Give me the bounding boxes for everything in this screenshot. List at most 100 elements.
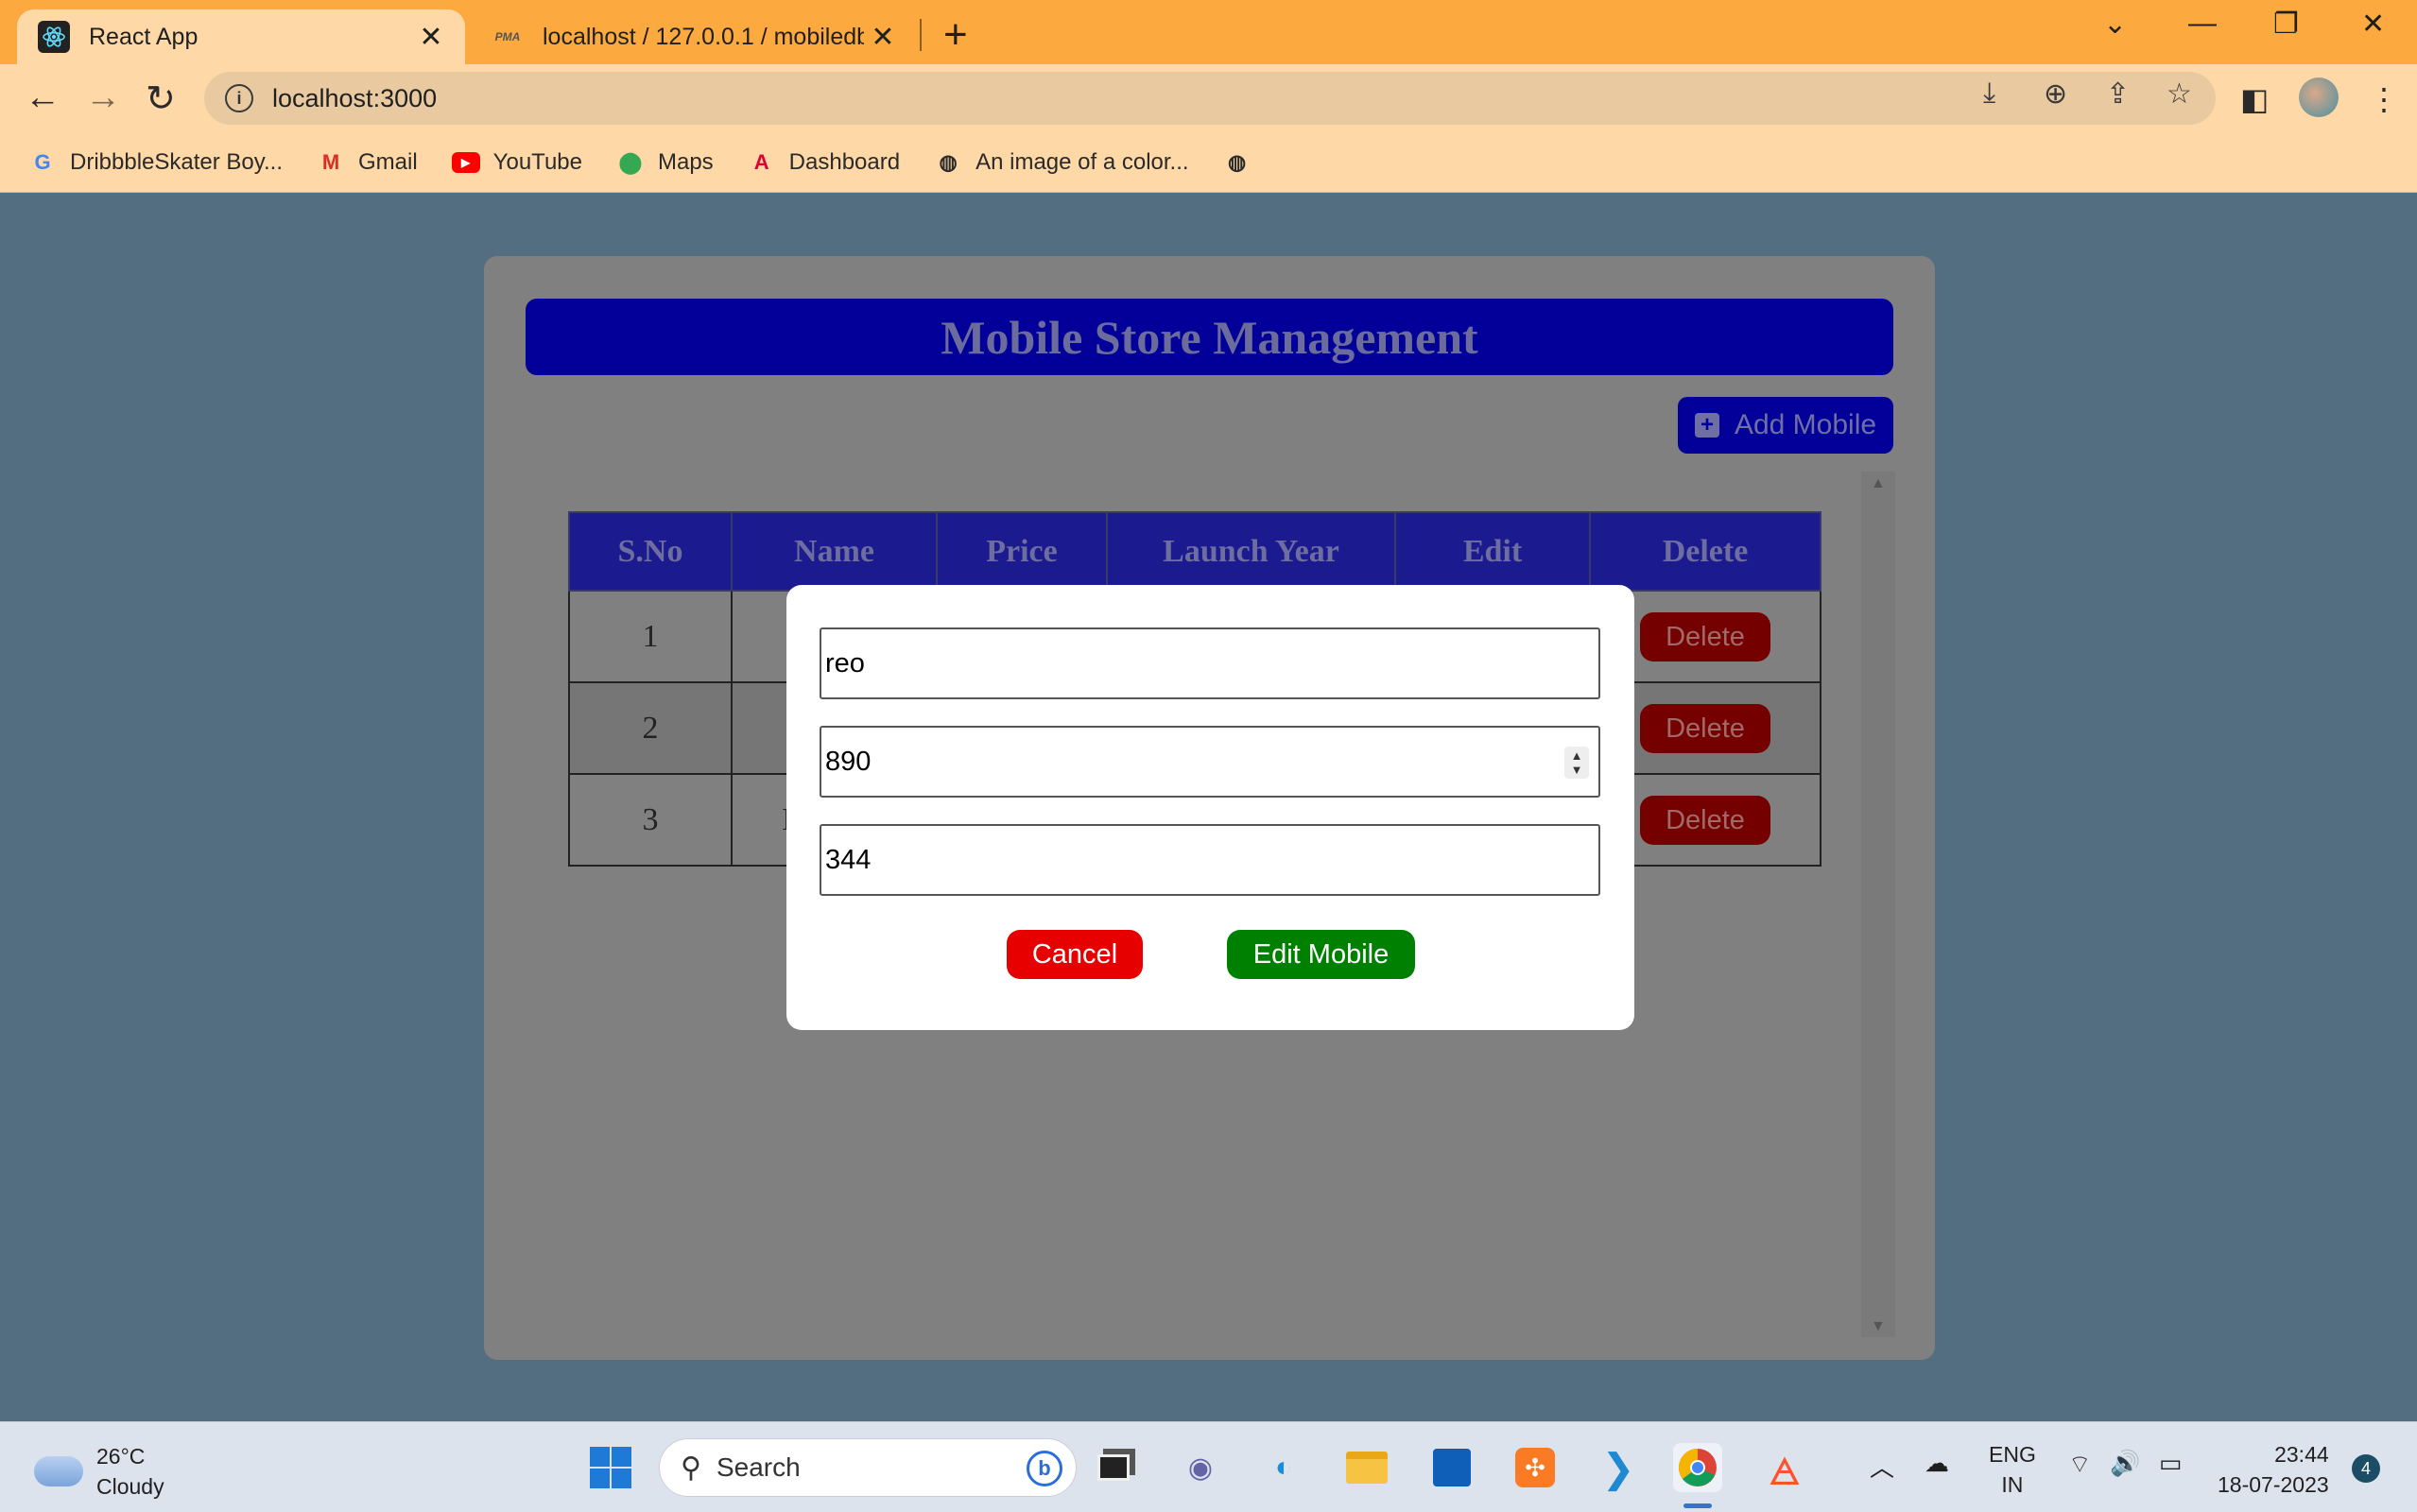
bookmark-label: DribbbleSkater Boy... — [70, 148, 283, 175]
vscode-icon[interactable]: ❯ — [1594, 1443, 1643, 1492]
bookmark-dribbble[interactable]: G DribbbleSkater Boy... — [28, 148, 283, 177]
bookmark-label: YouTube — [492, 148, 582, 175]
scrollbar[interactable]: ▲ ▼ — [1861, 472, 1895, 1337]
search-placeholder: Search — [716, 1452, 801, 1482]
reload-icon[interactable]: ↻ — [146, 77, 176, 120]
bookmark-label: Gmail — [358, 148, 418, 175]
page-title: Mobile Store Management — [941, 310, 1478, 364]
bookmark-label: Maps — [657, 148, 714, 175]
forward-arrow-icon[interactable]: → — [85, 77, 121, 118]
bookmark-globe[interactable]: ◍ — [1223, 148, 1265, 177]
edit-mobile-modal: reo 890 ▲ ▼ 344 Cancel Edit Mobile — [786, 585, 1634, 1030]
weather-desc: Cloudy — [96, 1474, 164, 1499]
bookmark-dashboard[interactable]: A Dashboard — [748, 148, 900, 177]
install-app-icon[interactable]: ⤓ — [1983, 77, 1995, 110]
column-header-price: Price — [936, 511, 1108, 592]
scroll-down-icon[interactable]: ▼ — [1871, 1318, 1886, 1335]
add-mobile-button[interactable]: + Add Mobile — [1678, 397, 1893, 454]
cell-sno: 3 — [568, 773, 733, 867]
wifi-icon[interactable]: ⌔ — [2068, 1449, 2091, 1480]
tab-react-app[interactable]: React App ✕ — [17, 9, 465, 64]
bookmark-maps[interactable]: ⬤ Maps — [616, 148, 714, 177]
name-input[interactable]: reo — [820, 627, 1600, 699]
page-header: Mobile Store Management — [526, 299, 1893, 375]
address-bar[interactable]: i localhost:3000 — [204, 72, 2216, 125]
search-icon: ⚲ — [681, 1452, 701, 1484]
windows-taskbar: 26°C Cloudy ⚲ Search b ◉ ◐ ✣ ❯ 🜁 ︿ ☁ ENG… — [0, 1421, 2417, 1512]
volume-icon[interactable]: 🔊 — [2110, 1449, 2140, 1478]
google-icon: G — [34, 149, 51, 174]
bing-icon[interactable]: b — [1027, 1451, 1062, 1486]
file-explorer-icon[interactable] — [1342, 1443, 1391, 1492]
lang-code: ENG — [1989, 1442, 2036, 1467]
column-header-name: Name — [731, 511, 938, 592]
active-app-indicator — [1683, 1503, 1712, 1508]
browser-toolbar: ← → ↻ i localhost:3000 ⤓ ⊕ ⇪ ☆ ◧ ⋮ — [0, 64, 2417, 132]
site-info-icon[interactable]: i — [225, 84, 253, 112]
tab-search-chevron-icon[interactable]: ⌄ — [2103, 8, 2127, 41]
scroll-up-icon[interactable]: ▲ — [1871, 475, 1886, 492]
tab-title: localhost / 127.0.0.1 / mobiledb | — [543, 23, 864, 50]
teams-chat-icon[interactable]: ◉ — [1176, 1443, 1225, 1492]
weather-widget[interactable]: 26°C Cloudy — [34, 1441, 164, 1502]
bookmark-star-icon[interactable]: ☆ — [2167, 77, 2192, 111]
taskbar-search-box[interactable]: ⚲ Search b — [659, 1438, 1077, 1497]
column-header-launch-year: Launch Year — [1106, 511, 1396, 592]
gmail-icon: M — [321, 149, 340, 174]
price-value: 890 — [825, 746, 872, 777]
zoom-icon[interactable]: ⊕ — [2044, 77, 2067, 111]
url-text[interactable]: localhost:3000 — [272, 84, 437, 113]
battery-icon[interactable]: ▭ — [2159, 1449, 2183, 1478]
task-view-icon[interactable] — [1089, 1443, 1138, 1492]
back-arrow-icon[interactable]: ← — [25, 77, 60, 118]
tab-divider — [920, 19, 922, 51]
bookmarks-bar: G DribbbleSkater Boy... M Gmail ▶ YouTub… — [0, 132, 2417, 193]
youtube-icon: ▶ — [451, 148, 480, 177]
show-hidden-icons-chevron-icon[interactable]: ︿ — [1870, 1449, 1894, 1484]
price-input[interactable]: 890 ▲ ▼ — [820, 726, 1600, 798]
menu-kebab-icon[interactable]: ⋮ — [2369, 81, 2399, 117]
input-language-indicator[interactable]: ENG IN — [1989, 1439, 2036, 1500]
react-logo-icon — [38, 21, 70, 53]
system-clock[interactable]: 23:44 18-07-2023 — [2218, 1439, 2329, 1500]
delete-button[interactable]: Delete — [1640, 795, 1770, 845]
windows-start-icon[interactable] — [586, 1443, 635, 1492]
edge-icon[interactable]: ◐ — [1259, 1443, 1308, 1492]
profile-avatar[interactable] — [2299, 77, 2339, 117]
close-tab-icon[interactable]: ✕ — [412, 21, 450, 54]
tab-phpmyadmin[interactable]: PMA localhost / 127.0.0.1 / mobiledb | ✕ — [482, 9, 917, 64]
phpmyadmin-icon: PMA — [494, 30, 521, 43]
maps-icon: ⬤ — [618, 149, 643, 174]
close-tab-icon[interactable]: ✕ — [864, 21, 902, 54]
minimize-icon[interactable]: — — [2188, 8, 2217, 40]
side-panel-icon[interactable]: ◧ — [2240, 81, 2269, 117]
bookmark-youtube[interactable]: ▶ YouTube — [451, 148, 582, 177]
launch-year-input[interactable]: 344 — [820, 824, 1600, 896]
brave-icon[interactable]: 🜁 — [1760, 1443, 1809, 1493]
delete-button[interactable]: Delete — [1640, 611, 1770, 662]
weather-temp: 26°C — [96, 1444, 146, 1469]
delete-button[interactable]: Delete — [1640, 703, 1770, 753]
bookmark-gmail[interactable]: M Gmail — [317, 148, 418, 177]
restore-icon[interactable]: ❐ — [2273, 8, 2299, 41]
bookmark-label: Dashboard — [788, 148, 901, 175]
bookmark-color-image[interactable]: ◍ An image of a color... — [934, 148, 1188, 177]
cloud-icon — [34, 1456, 83, 1486]
notification-badge[interactable]: 4 — [2352, 1454, 2380, 1483]
table-header-row: S.No Name Price Launch Year Edit Delete — [568, 511, 1821, 592]
clock-date: 18-07-2023 — [2218, 1472, 2329, 1497]
edit-mobile-button[interactable]: Edit Mobile — [1227, 930, 1415, 979]
number-spinner-icon[interactable]: ▲ ▼ — [1564, 747, 1589, 779]
onedrive-cloud-icon[interactable]: ☁ — [1925, 1449, 1949, 1478]
xampp-icon[interactable]: ✣ — [1511, 1443, 1560, 1492]
add-mobile-label: Add Mobile — [1734, 409, 1877, 440]
column-header-edit: Edit — [1394, 511, 1591, 592]
browser-tab-strip: React App ✕ PMA localhost / 127.0.0.1 / … — [0, 0, 2417, 64]
new-tab-button[interactable]: + — [943, 11, 968, 59]
microsoft-store-icon[interactable] — [1427, 1443, 1476, 1492]
chrome-icon[interactable] — [1673, 1443, 1722, 1492]
close-window-icon[interactable]: ✕ — [2361, 8, 2385, 41]
share-icon[interactable]: ⇪ — [2106, 77, 2130, 111]
cancel-button[interactable]: Cancel — [1007, 930, 1143, 979]
angular-icon: A — [753, 149, 769, 174]
